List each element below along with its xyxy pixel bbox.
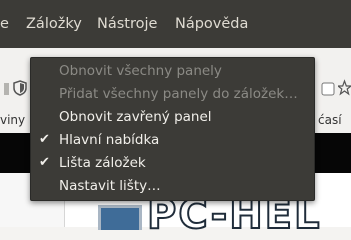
reload-icon[interactable] bbox=[3, 81, 11, 100]
bookmark-item-left[interactable]: viny bbox=[0, 113, 25, 127]
menubar-item-tools[interactable]: Nástroje bbox=[97, 16, 157, 32]
menu-item-label: Přidat všechny panely do záložek… bbox=[59, 86, 298, 102]
menu-item-main-menu[interactable]: ✔ Hlavní nabídka bbox=[31, 128, 314, 152]
menu-item-label: Obnovit zavřený panel bbox=[59, 109, 212, 125]
menubar-item-bookmarks[interactable]: Záložky bbox=[26, 16, 82, 32]
menu-item-label: Hlavní nabídka bbox=[59, 132, 160, 148]
checkmark-icon: ✔ bbox=[39, 132, 50, 147]
checkmark-icon: ✔ bbox=[39, 155, 50, 170]
menu-item-label: Lišta záložek bbox=[59, 155, 146, 171]
logo-tile-icon bbox=[98, 205, 142, 230]
shield-icon[interactable] bbox=[13, 80, 27, 100]
menubar-item-edit[interactable]: e bbox=[0, 16, 9, 32]
menu-item-customize-toolbars[interactable]: Nastavit lišty… bbox=[31, 174, 314, 198]
page-info-icon[interactable] bbox=[321, 81, 335, 100]
menu-item-reopen-closed-tab[interactable]: Obnovit zavřený panel bbox=[31, 105, 314, 129]
menu-item-label: Nastavit lišty… bbox=[59, 178, 161, 194]
menu-item-label: Obnovit všechny panely bbox=[59, 63, 222, 79]
menu-item-restore-all-tabs[interactable]: Obnovit všechny panely bbox=[31, 59, 314, 83]
bookmark-star-icon[interactable] bbox=[336, 79, 351, 101]
menubar: e Záložky Nástroje Nápověda bbox=[0, 0, 351, 48]
menubar-item-help[interactable]: Nápověda bbox=[175, 16, 248, 32]
menu-item-bookmark-all-tabs[interactable]: Přidat všechny panely do záložek… bbox=[31, 82, 314, 106]
tab-context-menu: Obnovit všechny panely Přidat všechny pa… bbox=[30, 57, 315, 201]
menu-item-bookmarks-toolbar[interactable]: ✔ Lišta záložek bbox=[31, 151, 314, 175]
site-logo: PC-HEL bbox=[146, 192, 322, 238]
bookmark-item-right[interactable]: ćasí bbox=[318, 113, 342, 127]
